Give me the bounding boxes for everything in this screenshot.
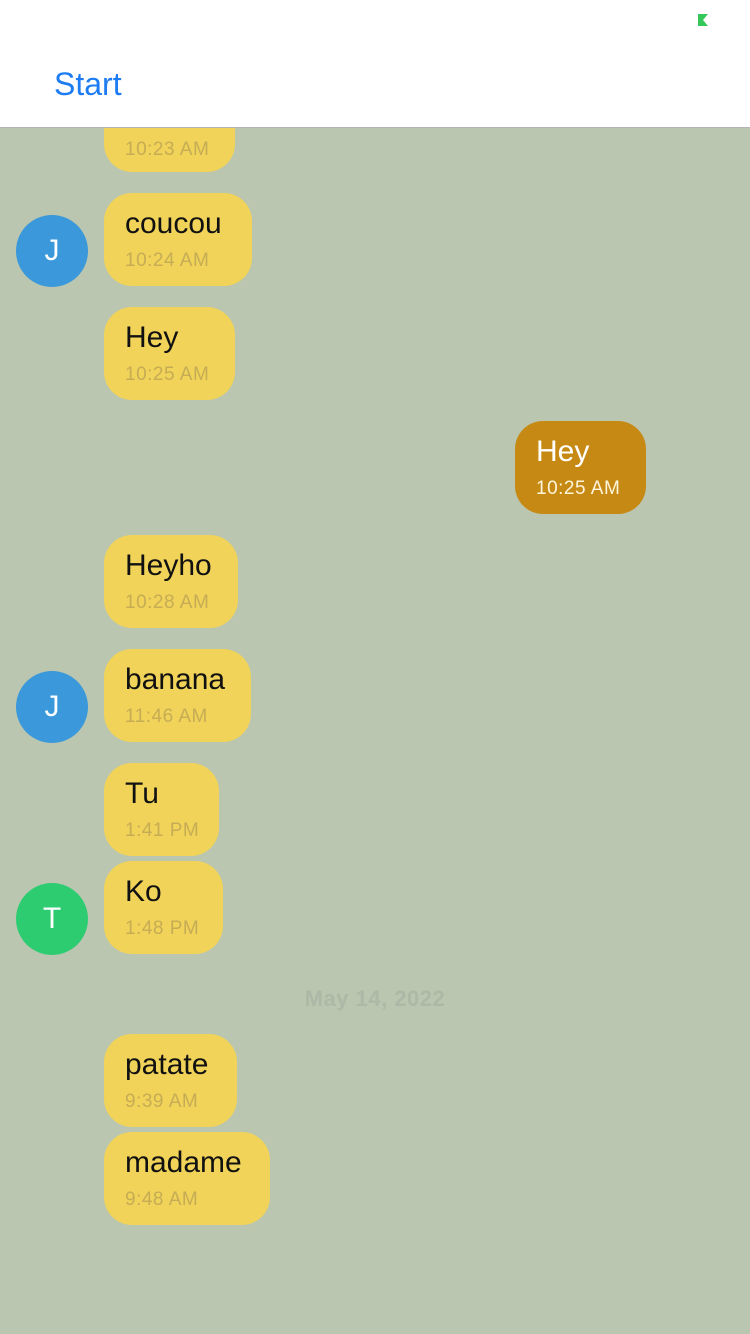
message-bubble[interactable]: banana 11:46 AM xyxy=(104,649,251,742)
message-time: 10:24 AM xyxy=(125,250,210,271)
message-time: 11:46 AM xyxy=(125,706,208,727)
message-time: 10:28 AM xyxy=(125,592,210,613)
message-bubble[interactable]: Hey 10:25 AM xyxy=(104,307,235,400)
message-text: banana xyxy=(125,663,226,696)
message-text: Heyho xyxy=(125,549,212,582)
message-time: 1:48 PM xyxy=(125,918,200,939)
message-bubble[interactable]: Tu 1:41 PM xyxy=(104,763,219,856)
message-text: coucou xyxy=(125,207,222,240)
message-bubble[interactable]: 10:23 AM xyxy=(104,128,235,172)
avatar[interactable]: J xyxy=(16,215,88,287)
back-button[interactable]: Start xyxy=(54,64,122,104)
message-bubble[interactable]: patate 9:39 AM xyxy=(104,1034,237,1127)
message-time: 1:41 PM xyxy=(125,820,200,841)
message-bubble-outgoing[interactable]: Hey 10:25 AM xyxy=(515,421,646,514)
avatar-initial: J xyxy=(44,234,60,267)
message-text: Tu xyxy=(125,777,159,810)
message-text: Hey xyxy=(125,321,179,354)
message-text: Ko xyxy=(125,875,162,908)
message-bubble[interactable]: coucou 10:24 AM xyxy=(104,193,252,286)
avatar[interactable]: T xyxy=(16,883,88,955)
date-separator: May 14, 2022 xyxy=(304,986,446,1011)
message-text: patate xyxy=(125,1048,209,1081)
message-time: 10:23 AM xyxy=(125,139,210,160)
avatar[interactable]: J xyxy=(16,671,88,743)
avatar-initial: T xyxy=(42,902,62,935)
message-bubble[interactable]: madame 9:48 AM xyxy=(104,1132,270,1225)
message-list[interactable]: 10:23 AM J coucou 10:24 AM Hey 10:25 AM … xyxy=(0,128,750,1334)
battery-charging-icon xyxy=(698,14,708,26)
message-time: 9:48 AM xyxy=(125,1189,199,1210)
avatar-initial: J xyxy=(44,690,60,723)
message-time: 9:39 AM xyxy=(125,1091,199,1112)
navigation-bar: Start xyxy=(0,0,750,128)
message-time: 10:25 AM xyxy=(125,364,210,385)
message-time: 10:25 AM xyxy=(536,478,621,499)
message-text: Hey xyxy=(536,435,590,468)
message-bubble[interactable]: Heyho 10:28 AM xyxy=(104,535,238,628)
message-bubble[interactable]: Ko 1:48 PM xyxy=(104,861,223,954)
message-text: madame xyxy=(125,1146,242,1179)
